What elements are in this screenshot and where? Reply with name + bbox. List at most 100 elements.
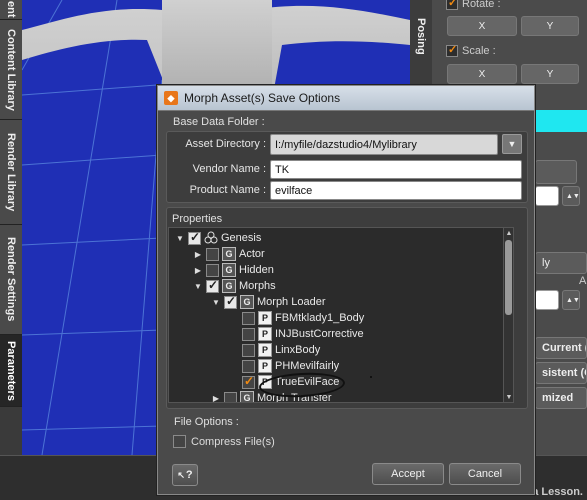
tree-node-label: Genesis — [221, 232, 262, 244]
vendor-name-label: Vendor Name : — [192, 163, 266, 175]
scale-label: Scale : — [462, 45, 496, 57]
expand-arrow-icon[interactable]: ▶ — [193, 250, 203, 259]
tree-node-label: LinxBody — [275, 344, 321, 356]
tree-node-hidden[interactable]: ▶ G Hidden — [193, 262, 274, 278]
property-icon: P — [258, 327, 272, 341]
tab-content-partial[interactable]: ent — [0, 0, 22, 20]
spinner-2[interactable]: ▲▼ — [562, 290, 580, 310]
tree-node-morph-loader[interactable]: ▼ G Morph Loader — [211, 294, 326, 310]
current-button[interactable]: Current (O — [535, 337, 587, 359]
dialog-titlebar[interactable]: ◆ Morph Asset(s) Save Options — [158, 86, 534, 111]
tree-node-label: FBMtklady1_Body — [275, 312, 365, 324]
tree-node-morph-transfer[interactable]: ▶ G Morph Transfer — [211, 390, 332, 403]
group-icon: G — [240, 295, 254, 309]
tree-checkbox[interactable] — [242, 327, 255, 341]
tab-label: ent — [5, 1, 17, 18]
tree-checkbox[interactable] — [224, 294, 237, 309]
scroll-thumb[interactable] — [505, 240, 512, 315]
dropdown-label: ly — [542, 257, 550, 269]
rotate-x-button[interactable]: X — [447, 16, 517, 36]
morph-save-options-dialog: ◆ Morph Asset(s) Save Options Base Data … — [157, 85, 535, 495]
tree-node-label: TrueEvilFace — [275, 376, 340, 388]
tab-label: Render Settings — [5, 237, 17, 322]
expand-arrow-icon[interactable]: ▼ — [193, 282, 203, 291]
spinner-1[interactable]: ▲▼ — [562, 186, 580, 206]
expand-arrow-icon[interactable]: ▶ — [211, 394, 221, 403]
tree-checkbox[interactable] — [206, 247, 219, 261]
property-icon: P — [258, 343, 272, 357]
rotate-row: Rotate : — [446, 0, 501, 10]
product-name-label: Product Name : — [189, 184, 266, 196]
tab-label: Render Library — [5, 132, 17, 212]
group-icon: G — [222, 263, 236, 277]
tree-node-phmevilfairly[interactable]: P PHMevilfairly — [242, 358, 339, 374]
tab-posing[interactable]: Posing — [410, 0, 432, 72]
tree-node-label: INJBustCorrective — [275, 328, 364, 340]
dialog-title: Morph Asset(s) Save Options — [184, 91, 341, 105]
chevron-down-icon[interactable]: ▼ — [502, 134, 522, 154]
scale-y-button[interactable]: Y — [521, 64, 579, 84]
tree-checkbox[interactable] — [242, 359, 255, 373]
tree-node-label: Morphs — [239, 280, 276, 292]
properties-tree[interactable]: ▼ Genesis ▶ G Actor ▶ G Hidden ▼ G Morph… — [168, 227, 514, 403]
tab-render-library[interactable]: Render Library — [0, 120, 22, 225]
consistent-button[interactable]: sistent (Or — [535, 362, 587, 384]
group-icon: G — [222, 279, 236, 293]
tree-node-linxbody[interactable]: P LinxBody — [242, 342, 320, 358]
tree-node-injbustcorrective[interactable]: P INJBustCorrective — [242, 326, 364, 342]
product-name-input[interactable]: evilface — [270, 181, 522, 200]
asset-directory-combo[interactable]: I:/myfile/dazstudio4/Mylibrary — [270, 134, 498, 155]
file-options-label: File Options : — [174, 416, 239, 428]
expand-arrow-icon[interactable]: ▶ — [193, 266, 203, 275]
tree-checkbox[interactable] — [242, 374, 255, 389]
annotation-dot — [370, 376, 372, 378]
properties-label: Properties — [172, 213, 223, 225]
tree-node-trueevilface[interactable]: P TrueEvilFace — [242, 374, 339, 390]
genesis-figure-icon — [204, 231, 218, 245]
tab-content-library[interactable]: Content Library — [0, 20, 22, 120]
tree-checkbox[interactable] — [242, 343, 255, 357]
tree-checkbox[interactable] — [242, 311, 255, 325]
rotate-y-button[interactable]: Y — [521, 16, 579, 36]
scale-row: Scale : — [446, 43, 496, 57]
tree-node-label: Morph Loader — [257, 296, 326, 308]
vendor-name-input[interactable]: TK — [270, 160, 522, 179]
tree-node-fbmtklady1-body[interactable]: P FBMtklady1_Body — [242, 310, 364, 326]
pointer-icon: ↖ — [177, 469, 185, 480]
tab-label: Content Library — [5, 28, 17, 111]
scale-checkbox[interactable] — [446, 43, 458, 57]
tree-checkbox[interactable] — [206, 278, 219, 293]
scale-x-button[interactable]: X — [447, 64, 517, 84]
tree-node-actor[interactable]: ▶ G Actor — [193, 246, 265, 262]
tree-scrollbar[interactable]: ▲ ▼ — [503, 228, 513, 402]
tab-render-settings[interactable]: Render Settings — [0, 225, 22, 335]
tree-node-morphs[interactable]: ▼ G Morphs — [193, 278, 276, 294]
tree-node-genesis[interactable]: ▼ Genesis — [175, 230, 261, 246]
expand-arrow-icon[interactable]: ▼ — [175, 234, 185, 243]
tree-node-label: Hidden — [239, 264, 274, 276]
accept-button[interactable]: Accept — [372, 463, 444, 485]
status-text: a Lesson. — [532, 486, 583, 498]
selection-bar[interactable] — [534, 110, 587, 132]
property-icon: P — [258, 359, 272, 373]
tree-checkbox[interactable] — [188, 230, 201, 245]
panel-button-a[interactable] — [535, 160, 577, 184]
value-field-2[interactable] — [535, 290, 559, 310]
help-button[interactable]: ↖? — [172, 464, 198, 486]
compress-checkbox[interactable] — [173, 435, 186, 448]
scroll-down-icon[interactable]: ▼ — [504, 392, 513, 402]
compress-label: Compress File(s) — [191, 435, 275, 448]
tree-checkbox[interactable] — [206, 263, 219, 277]
tree-checkbox[interactable] — [224, 391, 237, 402]
expand-arrow-icon[interactable]: ▼ — [211, 298, 221, 307]
left-tab-strip: ent Content Library Render Library Rende… — [0, 0, 22, 455]
cancel-button[interactable]: Cancel — [449, 463, 521, 485]
optimized-button[interactable]: mized — [535, 387, 587, 409]
rotate-checkbox[interactable] — [446, 0, 458, 10]
value-field-1[interactable] — [535, 186, 559, 206]
panel-dropdown[interactable]: ly — [535, 252, 587, 274]
tab-label: Parameters — [5, 340, 17, 401]
tab-label: Posing — [415, 17, 427, 55]
scroll-up-icon[interactable]: ▲ — [504, 228, 513, 238]
tab-parameters[interactable]: Parameters — [0, 335, 22, 407]
